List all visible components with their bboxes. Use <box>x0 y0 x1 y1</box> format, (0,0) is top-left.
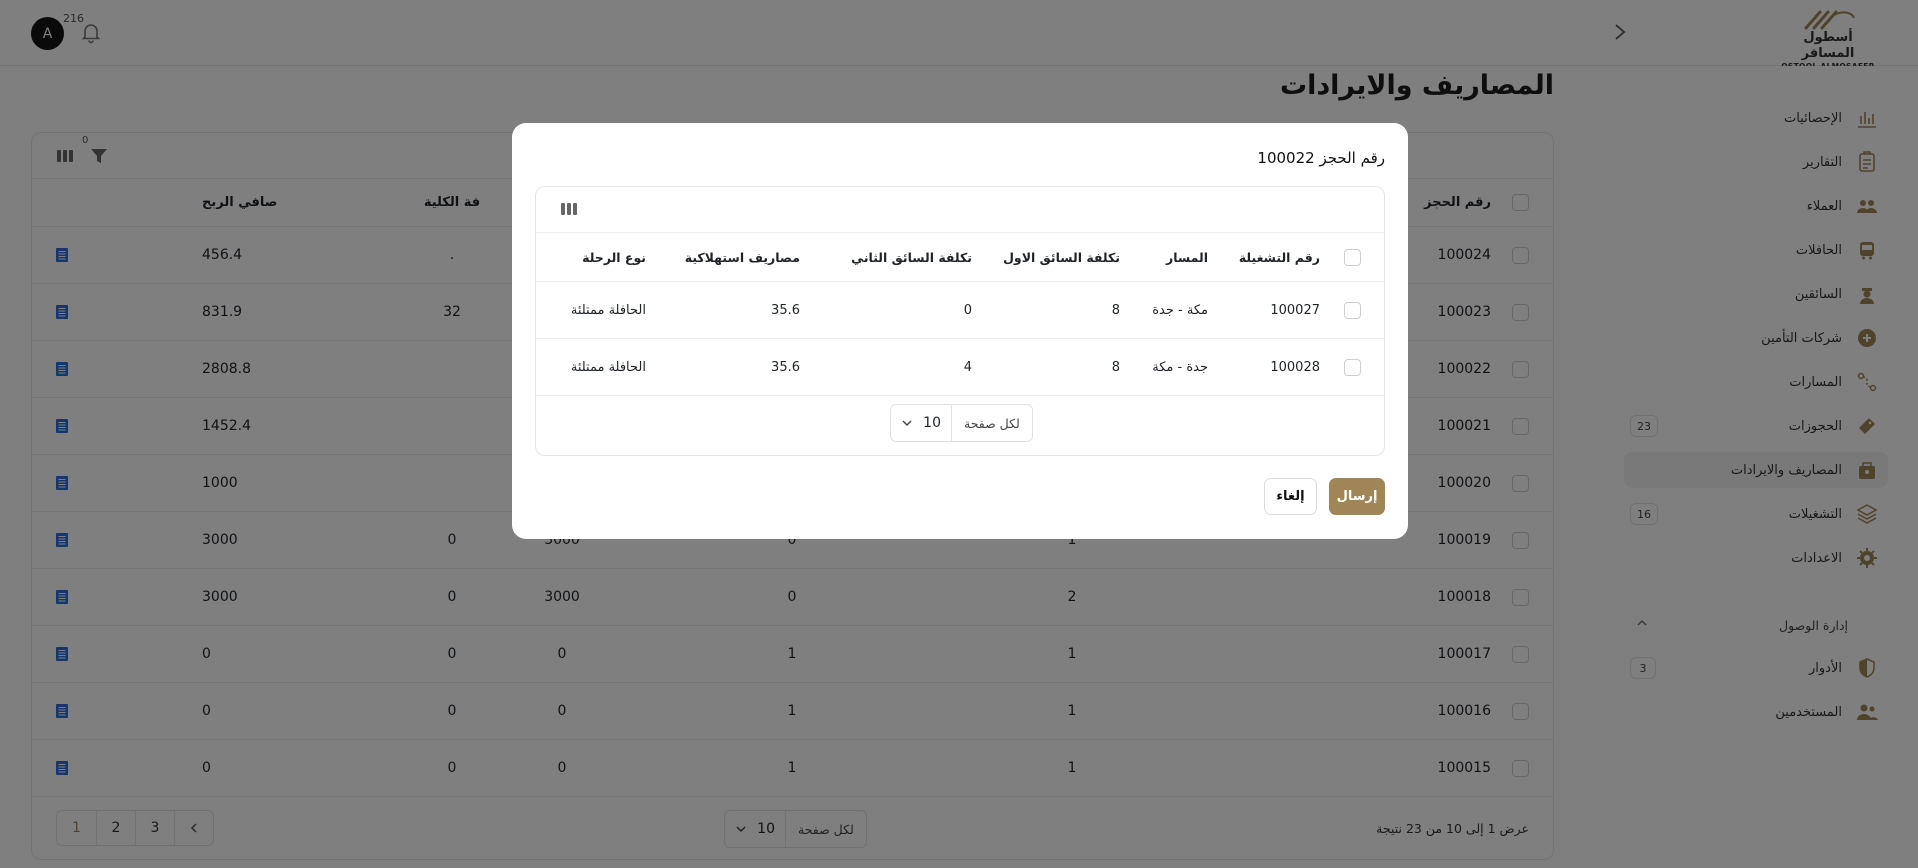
modal-select-all-checkbox[interactable] <box>1344 233 1361 281</box>
per-page-value-text: 10 <box>923 415 941 431</box>
header-route: المسار <box>1166 249 1208 265</box>
consumables-value: 35.6 <box>771 302 800 318</box>
modal-per-page-select[interactable]: لكل صفحة 10 <box>890 404 1033 442</box>
consumables: 35.6 <box>771 339 800 395</box>
header-op-no: رقم التشغيلة <box>1238 249 1320 265</box>
modal-title: رقم الحجز 100022 <box>1257 149 1385 167</box>
route: مكة - جدة <box>1152 302 1208 318</box>
trip-type-value: الحافلة ممتلئة <box>570 359 646 375</box>
driver1-cost: 8 <box>1112 339 1120 395</box>
chevron-down-icon <box>902 420 912 427</box>
modal-table-toolbar <box>536 187 1384 233</box>
header-driver1-cost: تكلفة السائق الاول <box>1003 249 1120 265</box>
modal-table-header: رقم التشغيلة المسار تكلفة السائق الاول ت… <box>536 233 1384 282</box>
modal-table-row[interactable]: 100028 جدة - مكة 8 4 35.6 الحافلة ممتلئة <box>536 339 1384 396</box>
per-page-label: لكل صفحة <box>951 405 1032 441</box>
row-checkbox[interactable] <box>1344 282 1361 338</box>
driver2-cost-value: 0 <box>963 302 972 318</box>
driver1-cost-value: 8 <box>1111 359 1120 375</box>
driver2-cost-value: 4 <box>963 359 972 375</box>
driver1-cost-value: 8 <box>1111 302 1120 318</box>
per-page-value: 10 <box>891 405 951 441</box>
consumables: 35.6 <box>771 282 800 338</box>
header-trip-type: نوع الرحلة <box>582 249 646 265</box>
consumables-value: 35.6 <box>771 359 800 375</box>
modal-table-footer: لكل صفحة 10 <box>536 394 1384 455</box>
driver1-cost: 8 <box>1112 282 1120 338</box>
route: جدة - مكة <box>1152 359 1208 375</box>
trip-type: الحافلة ممتلئة <box>571 282 646 338</box>
booking-details-modal: رقم الحجز 100022 رقم التشغيلة المسار تكل… <box>512 123 1408 539</box>
header-consumables: مصاريف استهلاكية <box>684 249 800 265</box>
trip-type-value: الحافلة ممتلئة <box>570 302 646 318</box>
columns-icon[interactable] <box>560 201 578 217</box>
trip-type: الحافلة ممتلئة <box>571 339 646 395</box>
op-no: 100027 <box>1270 302 1320 318</box>
operations-table: رقم التشغيلة المسار تكلفة السائق الاول ت… <box>535 186 1385 456</box>
op-no: 100028 <box>1270 359 1320 375</box>
send-button[interactable]: إرسال <box>1329 478 1385 515</box>
driver2-cost: 4 <box>964 339 972 395</box>
row-checkbox[interactable] <box>1344 339 1361 395</box>
modal-table-row[interactable]: 100027 مكة - جدة 8 0 35.6 الحافلة ممتلئة <box>536 282 1384 339</box>
driver2-cost: 0 <box>964 282 972 338</box>
cancel-button[interactable]: إلغاء <box>1264 478 1317 515</box>
header-driver2-cost: تكلفة السائق الثاني <box>851 249 972 265</box>
